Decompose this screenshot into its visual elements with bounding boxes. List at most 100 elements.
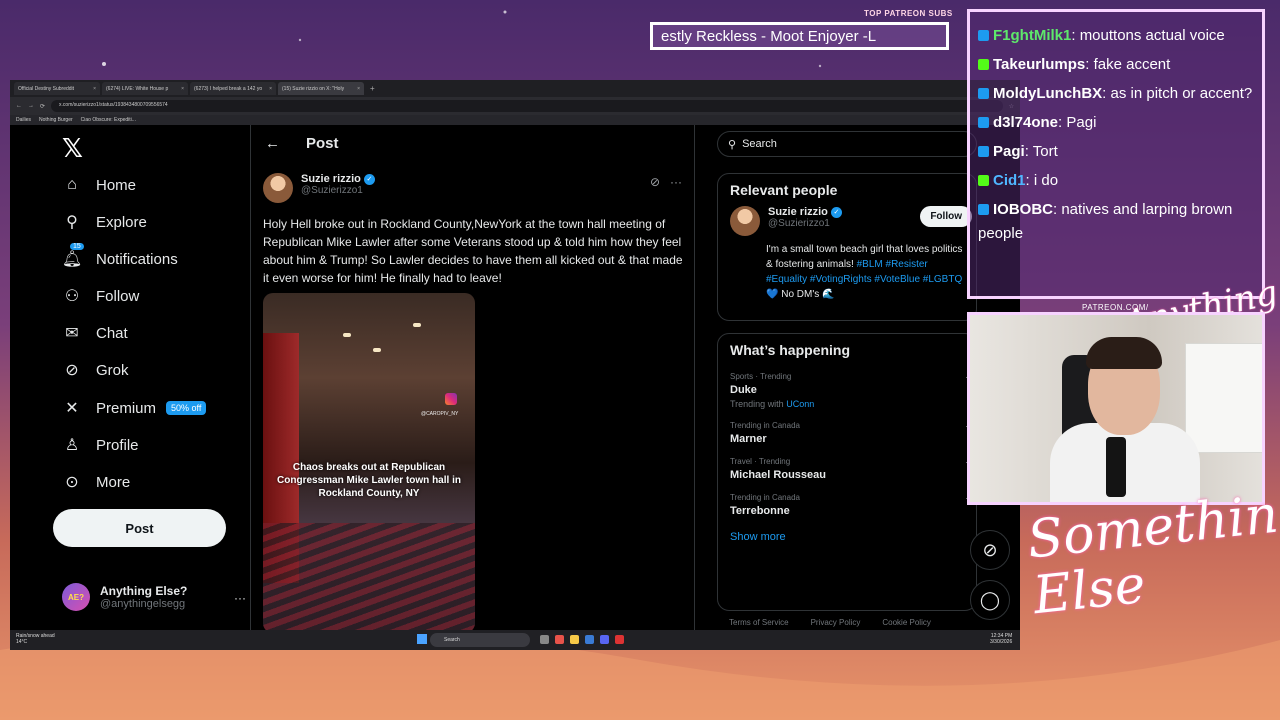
address-bar: ← → ⟳ x.com/suzierizzo1/status/193843480… [10, 97, 1020, 115]
close-icon[interactable]: × [357, 86, 360, 92]
close-icon[interactable]: × [93, 86, 96, 92]
avatar [730, 206, 760, 236]
more-icon[interactable]: ··· [670, 175, 682, 189]
back-icon[interactable]: ← [16, 103, 22, 109]
platform-icon [978, 204, 989, 215]
person-icon: ♙ [64, 437, 80, 454]
new-tab-icon[interactable]: + [366, 84, 375, 93]
back-arrow-icon[interactable]: ← [265, 135, 280, 152]
sidebar-item-chat[interactable]: ✉ Chat [62, 323, 127, 343]
taskbar-search[interactable]: Search [430, 633, 530, 647]
tab-title: (6273) I helped break a 142 yo [194, 85, 263, 92]
person-handle: @Suzierizzo1 [768, 218, 830, 229]
trend-item[interactable]: Trending in Canada Marner ··· [718, 415, 976, 451]
chat-text: Tort [1032, 143, 1058, 160]
taskbar-clock[interactable]: 12:34 PM 3/30/2026 [990, 633, 1012, 645]
sidebar-item-home[interactable]: ⌂ Home [62, 175, 136, 195]
sidebar-item-follow[interactable]: ⚇ Follow [62, 286, 140, 306]
audience-seats [263, 523, 475, 633]
close-icon[interactable]: × [181, 86, 184, 92]
close-icon[interactable]: × [269, 86, 272, 92]
trend-item[interactable]: Trending in Canada Terrebonne ··· [718, 487, 976, 523]
follow-button[interactable]: Follow [920, 206, 972, 227]
platform-icon [978, 88, 989, 99]
x-logo-icon[interactable]: 𝕏 [62, 133, 83, 164]
app-icon[interactable] [585, 635, 594, 644]
app-icon[interactable] [555, 635, 564, 644]
whats-happening-card: What’s happening Sports · Trending Duke … [717, 333, 977, 611]
verified-icon: ✓ [830, 206, 842, 218]
trend-with: Trending with UConn [730, 399, 964, 409]
discord-icon[interactable] [600, 635, 609, 644]
chat-text: fake accent [1093, 56, 1171, 73]
platform-icon [978, 175, 989, 186]
sidebar-item-more[interactable]: ⊙ More [62, 472, 130, 492]
bookmark[interactable]: Dailies [16, 117, 31, 123]
trend-with-tag[interactable]: UConn [786, 399, 814, 409]
browser-window: Official Destiny Subreddit × (6274) LIVE:… [10, 80, 1020, 650]
folder-icon[interactable] [570, 635, 579, 644]
chat-message: IOBOBC: natives and larping brown people [978, 201, 1233, 242]
sidebar-item-grok[interactable]: ⊘ Grok [62, 360, 129, 380]
sidebar-item-premium[interactable]: ✕ Premium 50% off [62, 398, 207, 418]
account-switcher[interactable]: AE? Anything Else? @anythingelsegg ··· [62, 583, 246, 611]
browser-tab-active[interactable]: (15) Suzie rizzio on X: "Holy × [278, 82, 364, 95]
grok-float-button[interactable]: ⊘ [970, 530, 1010, 570]
footer-link[interactable]: Cookie Policy [882, 618, 930, 627]
sidebar-item-label: Explore [96, 213, 147, 231]
app-icon[interactable] [540, 635, 549, 644]
post-button[interactable]: Post [53, 509, 226, 547]
platform-icon [978, 59, 989, 70]
author-handle[interactable]: @Suzierizzo1 [301, 185, 375, 196]
app-icon[interactable] [615, 635, 624, 644]
bookmark[interactable]: Nothing Burger [39, 117, 73, 123]
account-name: Anything Else? [100, 584, 188, 598]
home-icon: ⌂ [67, 176, 77, 193]
sidebar-item-label: Profile [96, 436, 139, 454]
sidebar-item-profile[interactable]: ♙ Profile [62, 435, 139, 455]
platform-icon [978, 146, 989, 157]
chat-user: Takeurlumps [993, 56, 1086, 73]
weather-temp: 14°C [16, 639, 28, 645]
url-field[interactable]: x.com/suzierizzo1/status/193843480070955… [51, 100, 1003, 112]
platform-icon [978, 117, 989, 128]
author-name-link[interactable]: Suzie rizzio ✓ [301, 173, 375, 185]
trend-item[interactable]: Travel · Trending Michael Rousseau ··· [718, 451, 976, 487]
trend-meta: Sports · Trending [730, 372, 792, 381]
search-input[interactable]: ⚲ Search [717, 131, 977, 157]
sidebar-item-explore[interactable]: ⚲ Explore [62, 212, 147, 232]
browser-tab[interactable]: Official Destiny Subreddit × [14, 82, 100, 95]
start-icon[interactable] [417, 634, 427, 644]
chat-float-button[interactable]: ◯ [970, 580, 1010, 620]
grok-icon[interactable]: ⊘ [650, 175, 660, 189]
sidebar-item-label: Grok [96, 361, 129, 379]
footer-link[interactable]: Terms of Service [729, 618, 789, 627]
weather-widget[interactable]: Rain/snow ahead 14°C [16, 633, 55, 645]
microphone-icon [1106, 437, 1126, 497]
sidebar-item-label: Premium [96, 399, 157, 417]
trend-item[interactable]: Sports · Trending Duke Trending with UCo… [718, 366, 976, 415]
clock-date: 3/30/2026 [990, 639, 1013, 645]
show-more-link[interactable]: Show more [718, 523, 976, 551]
avatar[interactable] [263, 173, 293, 203]
sidebar-item-notifications[interactable]: 🔔︎ 15 Notifications [62, 243, 178, 269]
trend-meta: Trending in Canada [730, 421, 800, 430]
ceiling-light [373, 348, 381, 352]
x-page: 𝕏 ⌂ Home ⚲ Explore 🔔︎ 15 Notifications ⚇ Foll… [10, 125, 1020, 633]
chat-user: F1ghtMilk1 [993, 27, 1072, 44]
media-watermark: @CAROPIV_NY [421, 411, 459, 417]
browser-tab[interactable]: (6273) I helped break a 142 yo × [190, 82, 276, 95]
footer-link[interactable]: Privacy Policy [811, 618, 861, 627]
post-video[interactable]: @CAROPIV_NY Chaos breaks out at Republic… [263, 293, 475, 633]
more-icon[interactable]: ··· [234, 591, 246, 605]
post-column: ← Post Suzie rizzio ✓ @Suzierizzo1 ⊘ ··· … [250, 125, 695, 633]
chat-message: Pagi: Tort [978, 140, 1254, 164]
trend-name: Marner [730, 433, 767, 445]
relevant-person[interactable]: Suzie rizzio ✓ @Suzierizzo1 Follow [718, 206, 976, 236]
browser-tab[interactable]: (6274) LIVE: White House p × [102, 82, 188, 95]
forward-icon[interactable]: → [28, 103, 34, 109]
reload-icon[interactable]: ⟳ [40, 103, 45, 110]
bookmark[interactable]: Ciao Obscure: Expediti... [81, 117, 136, 123]
grok-icon: ⊘ [982, 539, 998, 560]
trend-meta: Travel · Trending [730, 457, 791, 466]
